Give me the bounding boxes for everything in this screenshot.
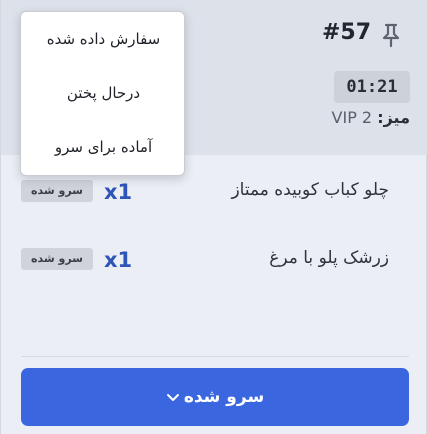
status-button-label: سرو شده [183, 387, 265, 407]
item-status-badge: سرو شده [21, 180, 93, 202]
status-dropdown-menu: سفارش داده شده درحال پختن آماده برای سرو [20, 11, 185, 176]
order-timer: 01:21 [334, 71, 410, 103]
chevron-down-icon [166, 394, 179, 401]
order-number: #57 [322, 20, 372, 45]
item-quantity: x1 [104, 180, 133, 204]
order-item: زرشک پلو با مرغ x1 سرو شده [21, 244, 409, 278]
order-item: چلو کباب کوبیده ممتاز x1 سرو شده [21, 176, 409, 210]
divider [21, 356, 409, 357]
status-option-cooking[interactable]: درحال پختن [21, 68, 186, 118]
status-button[interactable]: سرو شده [21, 368, 409, 426]
order-card: #57 01:21 میز: VIP 2 چلو کباب کوبیده ممت… [0, 0, 427, 434]
item-name: چلو کباب کوبیده ممتاز [231, 180, 389, 200]
item-status-badge: سرو شده [21, 248, 93, 270]
item-name: زرشک پلو با مرغ [269, 248, 389, 268]
status-option-ready[interactable]: آماده برای سرو [21, 122, 186, 172]
item-quantity: x1 [104, 248, 133, 272]
table-label: میز: [377, 108, 410, 127]
status-option-ordered[interactable]: سفارش داده شده [21, 14, 186, 64]
pin-icon[interactable] [380, 22, 402, 48]
table-info: میز: VIP 2 [332, 108, 410, 127]
table-value: VIP 2 [331, 108, 373, 127]
